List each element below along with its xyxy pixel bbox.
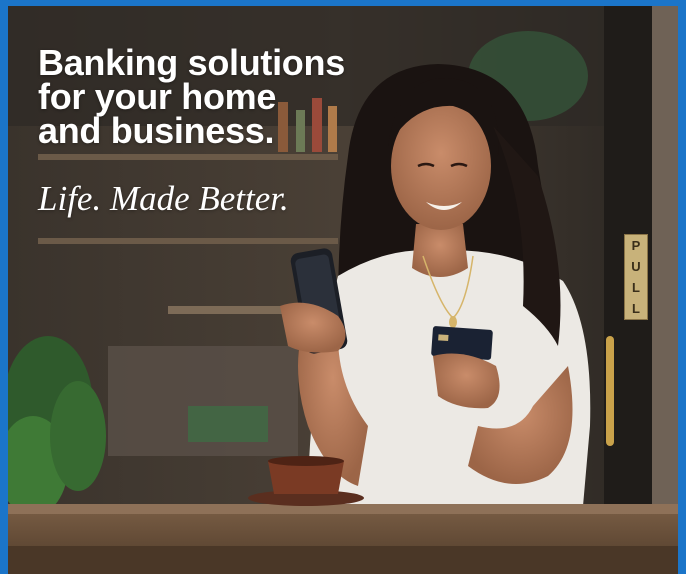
headline-line: and business. [38,110,275,151]
pull-letter: L [632,301,640,316]
ad-banner: P U L L Banking solutions for your home … [0,0,686,574]
headline: Banking solutions for your home and busi… [38,42,418,151]
door-pull-sign: P U L L [624,234,648,320]
pull-letter: L [632,280,640,295]
pull-letter: P [631,238,641,253]
headline-line: Banking solutions [38,42,345,83]
tagline: Life. Made Better. [38,179,289,218]
headline-line: for your home [38,76,277,117]
pull-letter: U [631,259,641,274]
